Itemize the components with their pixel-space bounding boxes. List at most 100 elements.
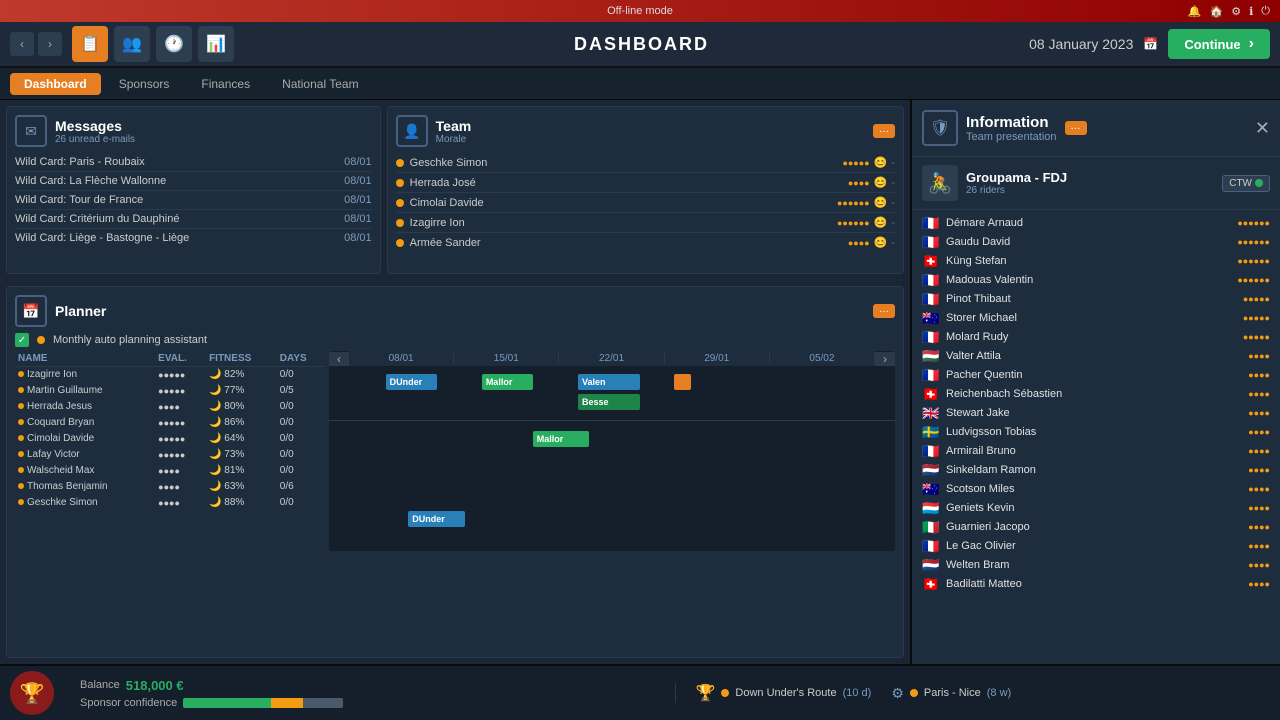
rider-name: Ludvigsson Tobias	[946, 426, 1248, 438]
race-block[interactable]: Mallor	[533, 431, 590, 447]
event-item: 🏆 Down Under's Route (10 d)	[696, 683, 872, 703]
table-row[interactable]: Martin Guillaume ●●●●● 🌙 77% 0/5	[15, 383, 325, 399]
table-row[interactable]: Lafay Victor ●●●●● 🌙 73% 0/0	[15, 447, 325, 463]
rider-name: Démare Arnaud	[946, 217, 1237, 229]
event-detail: (8 w)	[987, 687, 1011, 699]
rider-name: Pacher Quentin	[946, 369, 1248, 381]
tab-finances[interactable]: Finances	[187, 73, 264, 95]
fitness-pct: 🌙 86%	[206, 415, 277, 431]
list-item[interactable]: 🇭🇺 Valter Attila ●●●●	[912, 347, 1280, 366]
race-block[interactable]: Besse	[578, 394, 640, 410]
race-block[interactable]: Mallor	[482, 374, 533, 390]
tab-dashboard[interactable]: Dashboard	[10, 73, 101, 95]
continue-label: Continue	[1184, 37, 1240, 52]
table-row[interactable]: Izagirre Ion ●●●●● 🌙 82% 0/0	[15, 367, 325, 383]
planner-auto-row: ✓ Monthly auto planning assistant	[15, 333, 895, 347]
list-item[interactable]: 🇳🇱 Welten Bram ●●●●	[912, 556, 1280, 575]
team-more-button[interactable]: ···	[873, 124, 895, 138]
calendar-icon[interactable]: 📅	[1143, 37, 1158, 51]
rider-flag: 🇫🇷	[922, 236, 940, 248]
trophy-icon: 🏆	[696, 683, 716, 703]
list-item[interactable]: 🇨🇭 Badilatti Matteo ●●●●	[912, 575, 1280, 594]
days-val: 0/0	[277, 447, 325, 463]
race-block-small[interactable]	[674, 374, 691, 390]
list-item[interactable]: 🇫🇷 Madouas Valentin ●●●●●●	[912, 271, 1280, 290]
list-item[interactable]: 🇫🇷 Pacher Quentin ●●●●	[912, 366, 1280, 385]
information-panel: 🛡 Information Team presentation ··· ✕ 🚴 …	[910, 100, 1280, 664]
table-row[interactable]: Coquard Bryan ●●●●● 🌙 86% 0/0	[15, 415, 325, 431]
fitness-pct: 🌙 80%	[206, 399, 277, 415]
list-item[interactable]: 🇱🇺 Geniets Kevin ●●●●	[912, 499, 1280, 518]
team-riders-count: 26 riders	[966, 185, 1067, 196]
morale-stars: ●●●●●●	[837, 218, 870, 228]
rider-stars: ●●●●	[1248, 560, 1270, 570]
list-item[interactable]: Herrada José ●●●● 😊 -	[396, 173, 895, 193]
back-button[interactable]: ‹	[10, 32, 34, 56]
list-item[interactable]: Armée Sander ●●●● 😊 -	[396, 233, 895, 252]
bell-icon[interactable]: 🔔	[1188, 5, 1202, 18]
list-item[interactable]: Izagirre Ion ●●●●●● 😊 -	[396, 213, 895, 233]
continue-button[interactable]: Continue ›	[1168, 29, 1270, 59]
table-row[interactable]: Thomas Benjamin ●●●● 🌙 63% 0/6	[15, 479, 325, 495]
list-item[interactable]: Wild Card: Liège - Bastogne - Liège 08/0…	[15, 229, 372, 247]
table-row[interactable]: Herrada Jesus ●●●● 🌙 80% 0/0	[15, 399, 325, 415]
list-item[interactable]: 🇮🇹 Guarnieri Jacopo ●●●●	[912, 518, 1280, 537]
tab-sponsors[interactable]: Sponsors	[105, 73, 184, 95]
info-close-button[interactable]: ✕	[1255, 118, 1270, 139]
messages-list: Wild Card: Paris - Roubaix 08/01 Wild Ca…	[15, 153, 372, 247]
list-item[interactable]: 🇳🇱 Sinkeldam Ramon ●●●●	[912, 461, 1280, 480]
list-item[interactable]: 🇫🇷 Gaudu David ●●●●●●	[912, 233, 1280, 252]
table-row[interactable]: Walscheid Max ●●●● 🌙 81% 0/0	[15, 463, 325, 479]
race-block[interactable]: DUnder	[386, 374, 437, 390]
settings-icon[interactable]: ⚙	[1231, 5, 1241, 18]
stats-icon-btn[interactable]: 📊	[198, 26, 234, 62]
list-item[interactable]: 🇫🇷 Démare Arnaud ●●●●●●	[912, 214, 1280, 233]
list-item[interactable]: 🇫🇷 Molard Rudy ●●●●●	[912, 328, 1280, 347]
list-item[interactable]: 🇫🇷 Armirail Bruno ●●●●	[912, 442, 1280, 461]
planner-more-button[interactable]: ···	[873, 304, 895, 318]
list-item[interactable]: 🇬🇧 Stewart Jake ●●●●	[912, 404, 1280, 423]
dashboard-icon-btn[interactable]: 📋	[72, 26, 108, 62]
list-item[interactable]: 🇫🇷 Pinot Thibaut ●●●●●	[912, 290, 1280, 309]
rider-name: Küng Stefan	[946, 255, 1237, 267]
auto-planning-checkbox[interactable]: ✓	[15, 333, 29, 347]
list-item[interactable]: Wild Card: Tour de France 08/01	[15, 191, 372, 210]
list-item[interactable]: 🇸🇪 Ludvigsson Tobias ●●●●	[912, 423, 1280, 442]
race-block[interactable]: Valen	[578, 374, 640, 390]
tab-national-team[interactable]: National Team	[268, 73, 373, 95]
event-dot	[910, 689, 918, 697]
forward-button[interactable]: ›	[38, 32, 62, 56]
info-more-button[interactable]: ···	[1065, 121, 1087, 135]
table-row[interactable]: Cimolai Davide ●●●●● 🌙 64% 0/0	[15, 431, 325, 447]
info-panel-icon: 🛡	[922, 110, 958, 146]
list-item[interactable]: Wild Card: La Flèche Wallonne 08/01	[15, 172, 372, 191]
ctw-badge: CTW	[1222, 175, 1270, 192]
list-item[interactable]: 🇦🇺 Scotson Miles ●●●●	[912, 480, 1280, 499]
rider-name: Sinkeldam Ramon	[946, 464, 1248, 476]
rider-flag: 🇨🇭	[922, 578, 940, 590]
list-item[interactable]: 🇨🇭 Küng Stefan ●●●●●●	[912, 252, 1280, 271]
table-row[interactable]: Geschke Simon ●●●● 🌙 88% 0/0	[15, 495, 325, 511]
list-item[interactable]: Geschke Simon ●●●●● 😊 -	[396, 153, 895, 173]
bottom-center: Balance 518,000 € Sponsor confidence	[60, 678, 675, 709]
list-item[interactable]: Wild Card: Critérium du Dauphiné 08/01	[15, 210, 372, 229]
rider-name: Scotson Miles	[946, 483, 1248, 495]
list-item[interactable]: Cimolai Davide ●●●●●● 😊 -	[396, 193, 895, 213]
power-icon[interactable]: ⏻	[1261, 5, 1270, 18]
list-item[interactable]: 🇨🇭 Reichenbach Sébastien ●●●●	[912, 385, 1280, 404]
calendar-icon-btn[interactable]: 🕐	[156, 26, 192, 62]
timeline-next-button[interactable]: ›	[875, 352, 895, 366]
home-icon[interactable]: 🏠	[1210, 5, 1224, 18]
list-item[interactable]: 🇦🇺 Storer Michael ●●●●●	[912, 309, 1280, 328]
race-block[interactable]: DUnder	[408, 511, 465, 527]
info-icon[interactable]: ℹ	[1249, 5, 1253, 18]
list-item[interactable]: 🇫🇷 Le Gac Olivier ●●●●	[912, 537, 1280, 556]
team-icon-btn[interactable]: 👥	[114, 26, 150, 62]
morale-dash: -	[891, 217, 895, 229]
rider-stars: ●●●●	[1248, 579, 1270, 589]
nav-arrows: ‹ ›	[10, 32, 62, 56]
list-item[interactable]: Wild Card: Paris - Roubaix 08/01	[15, 153, 372, 172]
timeline-prev-button[interactable]: ‹	[329, 352, 349, 366]
nav-icons: 📋 👥 🕐 📊	[72, 26, 234, 62]
rider-stars: ●●●●●	[1243, 332, 1270, 342]
